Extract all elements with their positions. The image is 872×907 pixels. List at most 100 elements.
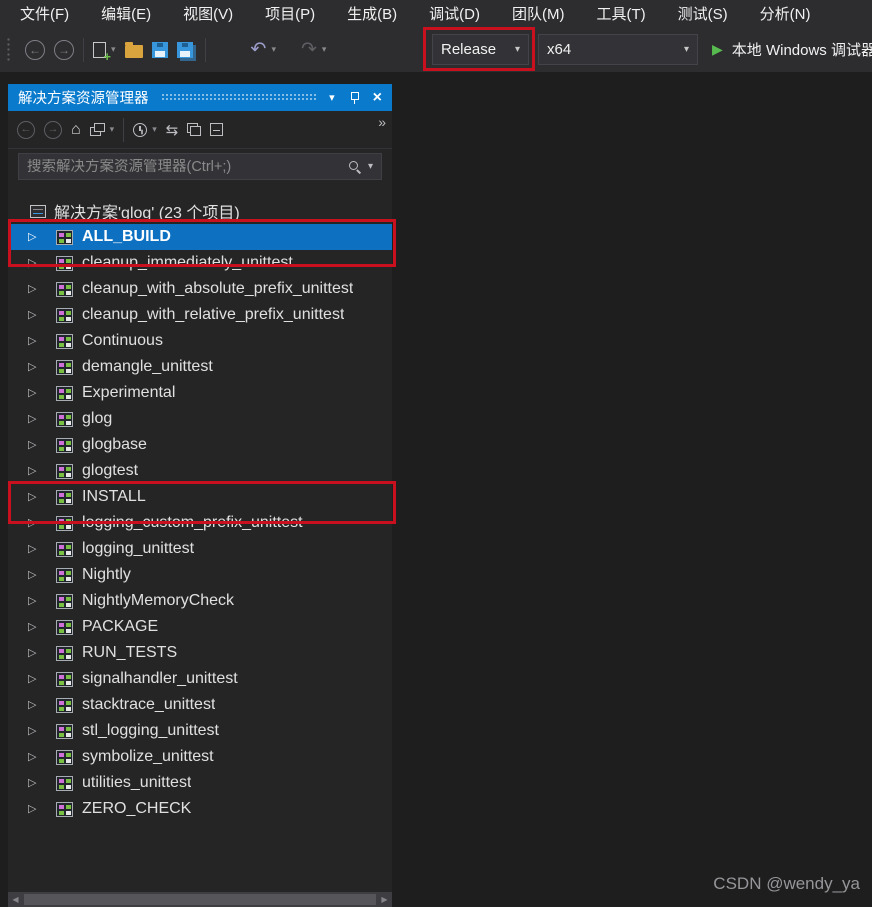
tree-item-Experimental[interactable]: ▷ Experimental	[8, 380, 392, 406]
menu-item-6[interactable]: 团队(M)	[496, 0, 581, 27]
search-input[interactable]	[19, 159, 348, 175]
tree-item-cleanup_with_relative_prefix_unittest[interactable]: ▷ cleanup_with_relative_prefix_unittest	[8, 302, 392, 328]
chevron-right-icon[interactable]: ▷	[28, 284, 43, 295]
forward-button[interactable]: →	[44, 121, 62, 139]
chevron-right-icon[interactable]: ▷	[28, 414, 43, 425]
chevron-right-icon[interactable]: ▷	[28, 778, 43, 789]
home-icon[interactable]: ⌂	[71, 121, 81, 139]
chevron-right-icon[interactable]: ▷	[28, 258, 43, 269]
tree-item-utilities_unittest[interactable]: ▷ utilities_unittest	[8, 770, 392, 796]
open-file-icon[interactable]	[125, 45, 143, 58]
menu-item-5[interactable]: 调试(D)	[413, 0, 496, 27]
undo-icon[interactable]: ↶	[251, 40, 267, 59]
chevron-right-icon[interactable]: ▷	[28, 492, 43, 503]
switch-views-icon[interactable]	[90, 123, 105, 136]
tree-item-Nightly[interactable]: ▷ Nightly	[8, 562, 392, 588]
platform-combobox[interactable]: x64 ▾	[538, 34, 698, 65]
configuration-combobox[interactable]: Release ▾	[432, 34, 529, 65]
new-project-icon[interactable]	[93, 42, 106, 58]
tree-item-Continuous[interactable]: ▷ Continuous	[8, 328, 392, 354]
tree-item-logging_custom_prefix_unittest[interactable]: ▷ logging_custom_prefix_unittest	[8, 510, 392, 536]
redo-icon[interactable]: ↷	[301, 40, 317, 59]
horizontal-scrollbar[interactable]: ◀ ▶	[8, 892, 392, 907]
project-name: ALL_BUILD	[82, 228, 171, 246]
chevron-down-icon[interactable]: ▾	[111, 44, 116, 55]
chevron-right-icon[interactable]: ▷	[28, 596, 43, 607]
window-position-icon[interactable]: ▾	[329, 91, 335, 104]
menu-item-0[interactable]: 文件(F)	[4, 0, 85, 27]
chevron-right-icon[interactable]: ▷	[28, 518, 43, 529]
tree-item-stacktrace_unittest[interactable]: ▷ stacktrace_unittest	[8, 692, 392, 718]
tree-item-symbolize_unittest[interactable]: ▷ symbolize_unittest	[8, 744, 392, 770]
tree-item-demangle_unittest[interactable]: ▷ demangle_unittest	[8, 354, 392, 380]
navigate-back-button[interactable]: ←	[25, 40, 45, 60]
search-box[interactable]: ▾	[18, 153, 382, 180]
scrollbar-thumb[interactable]	[24, 894, 376, 905]
close-icon[interactable]: ×	[373, 90, 382, 106]
pending-changes-filter-icon[interactable]	[133, 123, 147, 137]
tree-item-glogbase[interactable]: ▷ glogbase	[8, 432, 392, 458]
tree-item-NightlyMemoryCheck[interactable]: ▷ NightlyMemoryCheck	[8, 588, 392, 614]
tree-item-PACKAGE[interactable]: ▷ PACKAGE	[8, 614, 392, 640]
save-all-icon[interactable]	[177, 42, 193, 58]
tree-item-ALL_BUILD[interactable]: ▷ ALL_BUILD	[8, 224, 392, 250]
chevron-right-icon[interactable]: ▷	[28, 362, 43, 373]
sync-with-active-document-icon[interactable]: ⇆	[166, 121, 179, 139]
solution-explorer-title-bar[interactable]: 解决方案资源管理器 ▾ ×	[8, 84, 392, 111]
toolbar-overflow-icon[interactable]: »	[378, 114, 386, 130]
tree-item-INSTALL[interactable]: ▷ INSTALL	[8, 484, 392, 510]
chevron-right-icon[interactable]: ▷	[28, 466, 43, 477]
tree-item-signalhandler_unittest[interactable]: ▷ signalhandler_unittest	[8, 666, 392, 692]
cpp-project-icon	[56, 542, 73, 557]
cpp-project-icon	[56, 490, 73, 505]
chevron-right-icon[interactable]: ▷	[28, 388, 43, 399]
chevron-right-icon[interactable]: ▷	[28, 726, 43, 737]
menu-item-4[interactable]: 生成(B)	[331, 0, 413, 27]
chevron-down-icon[interactable]: ▾	[152, 124, 157, 135]
menu-item-1[interactable]: 编辑(E)	[85, 0, 167, 27]
menu-item-2[interactable]: 视图(V)	[167, 0, 249, 27]
scroll-left-icon[interactable]: ◀	[8, 896, 23, 904]
tree-item-cleanup_immediately_unittest[interactable]: ▷ cleanup_immediately_unittest	[8, 250, 392, 276]
project-name: stacktrace_unittest	[82, 696, 215, 714]
chevron-right-icon[interactable]: ▷	[28, 310, 43, 321]
chevron-right-icon[interactable]: ▷	[28, 752, 43, 763]
chevron-down-icon[interactable]: ▾	[322, 44, 327, 55]
chevron-right-icon[interactable]: ▷	[28, 622, 43, 633]
menu-item-3[interactable]: 项目(P)	[249, 0, 331, 27]
start-debugging-button[interactable]: ▶ 本地 Windows 调试器	[712, 34, 872, 65]
tree-item-logging_unittest[interactable]: ▷ logging_unittest	[8, 536, 392, 562]
chevron-right-icon[interactable]: ▷	[28, 570, 43, 581]
save-icon[interactable]	[152, 42, 168, 58]
menu-item-8[interactable]: 测试(S)	[662, 0, 744, 27]
navigate-forward-button[interactable]: →	[54, 40, 74, 60]
chevron-down-icon[interactable]: ▾	[271, 44, 276, 55]
menu-item-7[interactable]: 工具(T)	[580, 0, 661, 27]
chevron-right-icon[interactable]: ▷	[28, 648, 43, 659]
chevron-right-icon[interactable]: ▷	[28, 440, 43, 451]
menu-item-9[interactable]: 分析(N)	[744, 0, 827, 27]
scroll-right-icon[interactable]: ▶	[377, 896, 392, 904]
tree-item-solution[interactable]: 解决方案'glog' (23 个项目)	[8, 198, 392, 224]
show-all-files-icon[interactable]	[187, 123, 201, 136]
tree-item-RUN_TESTS[interactable]: ▷ RUN_TESTS	[8, 640, 392, 666]
chevron-right-icon[interactable]: ▷	[28, 544, 43, 555]
tree-item-cleanup_with_absolute_prefix_unittest[interactable]: ▷ cleanup_with_absolute_prefix_unittest	[8, 276, 392, 302]
chevron-right-icon[interactable]: ▷	[28, 232, 43, 243]
tree-item-glogtest[interactable]: ▷ glogtest	[8, 458, 392, 484]
chevron-down-icon[interactable]: ▾	[368, 161, 373, 172]
chevron-right-icon[interactable]: ▷	[28, 804, 43, 815]
chevron-right-icon[interactable]: ▷	[28, 674, 43, 685]
chevron-down-icon[interactable]: ▾	[110, 124, 115, 135]
search-icon[interactable]	[348, 160, 362, 174]
toolbar-grip[interactable]	[6, 37, 12, 63]
chevron-right-icon[interactable]: ▷	[28, 336, 43, 347]
tree-item-glog[interactable]: ▷ glog	[8, 406, 392, 432]
tree-item-stl_logging_unittest[interactable]: ▷ stl_logging_unittest	[8, 718, 392, 744]
tree-item-ZERO_CHECK[interactable]: ▷ ZERO_CHECK	[8, 796, 392, 822]
pin-icon[interactable]	[349, 91, 359, 105]
chevron-right-icon[interactable]: ▷	[28, 700, 43, 711]
solution-explorer-panel: 解决方案资源管理器 ▾ × ← → ⌂ ▾ ▾ ⇆ » ▾	[8, 84, 392, 907]
collapse-all-icon[interactable]	[210, 123, 223, 136]
back-button[interactable]: ←	[17, 121, 35, 139]
